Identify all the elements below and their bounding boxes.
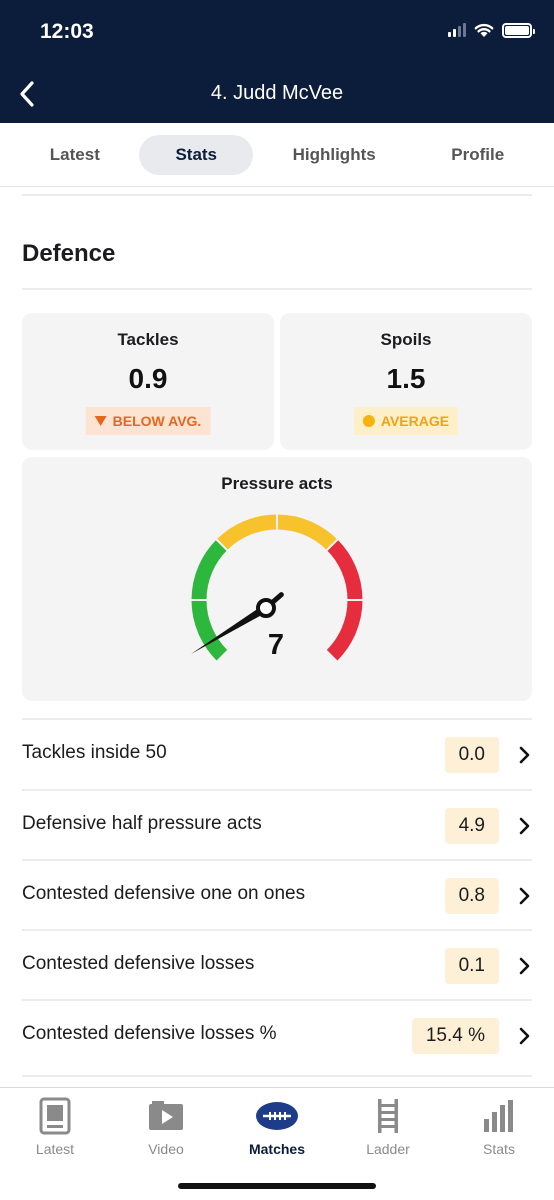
stat-row-label: Tackles inside 50: [22, 742, 167, 763]
stat-row-label: Contested defensive one on ones: [22, 883, 306, 904]
chevron-right-icon: [519, 817, 530, 835]
stat-row-label: Contested defensive losses: [22, 953, 255, 974]
tab-stats[interactable]: Stats: [139, 134, 254, 175]
tab-profile[interactable]: Profile: [415, 135, 540, 175]
bottom-nav-stats[interactable]: Stats: [444, 1096, 554, 1157]
signal-icon: [448, 23, 466, 37]
stat-row-tackles-inside-50[interactable]: Tackles inside 50 0.0: [0, 720, 554, 790]
tab-latest[interactable]: Latest: [14, 135, 136, 175]
home-indicator: [178, 1183, 376, 1189]
status-badge: AVERAGE: [353, 407, 459, 435]
stat-row-value: 0.1: [444, 948, 499, 984]
status-time: 12:03: [40, 20, 94, 43]
status-badge: BELOW AVG.: [85, 407, 211, 435]
triangle-down-icon: [94, 416, 107, 426]
stat-row-contested-defensive-losses[interactable]: Contested defensive losses 0.1: [0, 931, 554, 1001]
bottom-nav-label: Stats: [483, 1141, 515, 1157]
bottom-nav-latest[interactable]: Latest: [0, 1096, 110, 1157]
stat-card-tackles[interactable]: Tackles 0.9 BELOW AVG.: [22, 313, 274, 450]
news-icon: [39, 1097, 71, 1135]
stat-row-value: 4.9: [444, 808, 499, 844]
bottom-nav-video[interactable]: Video: [111, 1096, 221, 1157]
stat-row-defensive-half-pressure-acts[interactable]: Defensive half pressure acts 4.9: [0, 791, 554, 861]
battery-icon: [502, 22, 535, 38]
stat-row-contested-defensive-one-on-ones[interactable]: Contested defensive one on ones 0.8: [0, 861, 554, 931]
pressure-gauge: [190, 513, 364, 661]
gauge-needle-hub: [256, 598, 276, 618]
bottom-nav-matches[interactable]: Matches: [222, 1096, 332, 1157]
status-icons: [448, 22, 535, 38]
stat-row-value: 0.8: [444, 878, 499, 914]
chevron-right-icon: [519, 746, 530, 764]
section-title: Defence: [22, 240, 116, 267]
chevron-right-icon: [519, 1027, 530, 1045]
stat-card-spoils[interactable]: Spoils 1.5 AVERAGE: [280, 313, 532, 450]
app-header: 12:03 4. Judd McVee: [0, 0, 554, 123]
stat-row-label: Contested defensive losses %: [22, 1023, 277, 1044]
gauge-value: 7: [267, 629, 285, 661]
divider: [22, 1075, 532, 1077]
bottom-nav-label: Matches: [248, 1141, 306, 1157]
stat-row-label: Defensive half pressure acts: [22, 813, 262, 834]
bottom-nav-label: Latest: [35, 1141, 75, 1157]
dot-icon: [362, 415, 375, 427]
divider: [22, 288, 532, 290]
stat-row-value: 0.0: [444, 737, 499, 773]
chevron-right-icon: [519, 957, 530, 975]
stat-card-value: 0.9: [128, 363, 168, 394]
stat-card-label: Tackles: [117, 330, 179, 349]
bottom-nav-label: Video: [148, 1141, 184, 1157]
wifi-icon: [474, 22, 494, 38]
bottom-nav-label: Ladder: [366, 1141, 410, 1157]
stat-card-label: Spoils: [380, 330, 432, 349]
stat-row-contested-defensive-losses-pct[interactable]: Contested defensive losses % 15.4 %: [0, 1001, 554, 1071]
bottom-nav-ladder[interactable]: Ladder: [333, 1096, 443, 1157]
ladder-icon: [378, 1099, 398, 1133]
tab-highlights[interactable]: Highlights: [257, 135, 412, 175]
tab-bar: Latest Stats Highlights Profile: [0, 123, 554, 187]
gauge-card-pressure-acts[interactable]: Pressure acts 7: [22, 457, 532, 701]
status-badge-label: BELOW AVG.: [112, 413, 202, 429]
stat-card-value: 1.5: [386, 363, 426, 394]
chevron-right-icon: [519, 887, 530, 905]
page-title: 4. Judd McVee: [210, 82, 344, 104]
stat-row-value: 15.4 %: [411, 1018, 499, 1054]
football-icon: [256, 1102, 298, 1130]
divider: [22, 194, 532, 196]
status-badge-label: AVERAGE: [380, 413, 450, 429]
bar-chart-icon: [484, 1100, 513, 1132]
video-icon: [149, 1101, 183, 1130]
